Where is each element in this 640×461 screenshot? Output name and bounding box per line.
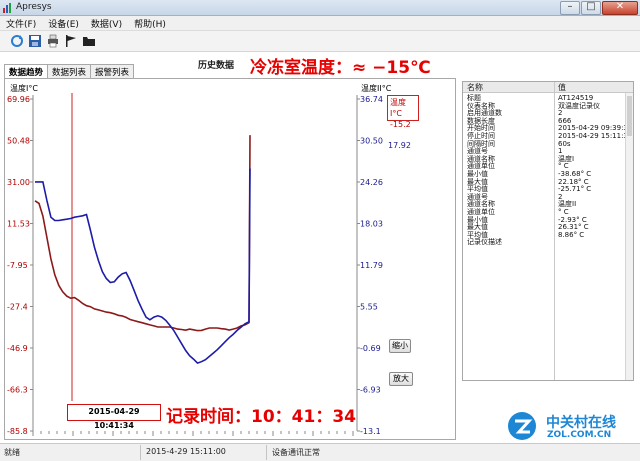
property-name: 记录仪描述 [467, 238, 502, 247]
close-icon: ✕ [615, 1, 625, 12]
annotation-record-time: 记录时间：10：41：34 [166, 407, 356, 427]
property-row[interactable]: 最大值 22.18° C [463, 178, 633, 187]
menu-bar: 文件(F) 设备(E) 数据(V) 帮助(H) [0, 16, 640, 31]
tab-data-list[interactable]: 数据列表 [47, 64, 92, 78]
y1-axis-label: 温度I°C [10, 84, 38, 93]
property-row[interactable]: 最小值 -2.93° C [463, 216, 633, 225]
menu-help[interactable]: 帮助(H) [134, 17, 166, 30]
scrollbar-thumb[interactable] [627, 96, 632, 136]
y1-tick-label: -66.3 [7, 386, 28, 395]
watermark-en: ZOL.COM.CN [547, 430, 612, 440]
flag-icon[interactable] [64, 34, 78, 48]
y1-tick-label: 31.00 [7, 178, 30, 187]
readout-label: 温度I°C [390, 98, 406, 118]
status-ready: 就绪 [4, 448, 20, 457]
y1-tick-label: -27.4 [7, 303, 28, 312]
toolbar [0, 31, 640, 52]
minimize-button[interactable]: – [560, 1, 580, 15]
property-row[interactable]: 间隔时间 60s [463, 140, 633, 149]
watermark-cn: 中关村在线 [546, 415, 616, 431]
property-value: 8.86° C [558, 230, 585, 239]
readout-value: -15.2 [390, 120, 411, 129]
property-row[interactable]: 平均值 -25.71° C [463, 186, 633, 194]
cursor-readout-box: 温度I°C -15.2 [387, 95, 419, 129]
maximize-button[interactable]: □ [581, 1, 601, 15]
property-row[interactable]: 通道单位 ° C [463, 163, 633, 171]
y2-tick-label: -13.1 [360, 427, 381, 436]
refresh-icon[interactable] [10, 34, 24, 48]
y2-tick-label: 36.74 [360, 95, 383, 104]
y2-tick-label: 5.55 [360, 303, 378, 312]
zoom-in-button[interactable]: 放大 [389, 372, 413, 386]
app-logo-icon [3, 3, 11, 13]
series-line-2 [35, 168, 251, 365]
properties-panel: 名称 值 标题 AT124519 仪表名称 双温度记录仪 启用通道数 2 数据长度 666 开始… [462, 81, 634, 381]
window-title: Apresys [16, 2, 52, 12]
y2-tick-label: 24.26 [360, 178, 383, 187]
y1-tick-label: -7.95 [7, 261, 28, 270]
close-button[interactable]: ✕ [602, 1, 638, 15]
annotation-freezer-temp: 冷冻室温度：≈ −15℃ [250, 58, 431, 78]
property-value: -25.71° C [558, 185, 592, 194]
status-divider [140, 445, 141, 460]
properties-scrollbar[interactable] [625, 93, 633, 380]
header-value: 值 [558, 83, 566, 92]
tab-data-trend[interactable]: 数据趋势 [4, 64, 49, 79]
trend-chart[interactable]: 69.96 36.74 50.48 30.50 31.00 24.26 11.53 18.03… [5, 79, 457, 441]
y1-tick-label: 69.96 [7, 95, 30, 104]
chart-panel: 69.96 36.74 50.48 30.50 31.00 24.26 11.53 18.03… [4, 78, 456, 440]
y2-tick-label: 30.50 [360, 137, 383, 146]
status-bar: 就绪 2015-4-29 15:11:00 设备通讯正常 [0, 443, 640, 461]
y2-tick-label: 11.79 [360, 261, 383, 270]
y2-tick-label: -0.69 [360, 344, 381, 353]
view-tabs: 数据趋势 数据列表 报警列表 [4, 64, 135, 79]
menu-file[interactable]: 文件(F) [6, 17, 36, 30]
y1-tick-label: -85.8 [7, 427, 28, 436]
header-name: 名称 [467, 83, 483, 92]
property-row[interactable]: 最小值 -38.68° C [463, 170, 633, 179]
minimize-icon: – [567, 1, 573, 12]
cursor-readout-channel2: 17.92 [388, 141, 411, 150]
property-row[interactable]: 最大值 26.31° C [463, 224, 633, 232]
chart-title: 历史数据 [198, 61, 235, 71]
status-datetime: 2015-4-29 15:11:00 [146, 447, 226, 456]
menu-device[interactable]: 设备(E) [48, 17, 79, 30]
properties-header: 名称 值 [463, 82, 633, 93]
status-divider [266, 445, 267, 460]
property-row[interactable]: 记录仪描述 [463, 239, 633, 247]
series-line-1 [34, 135, 251, 332]
folder-icon[interactable] [82, 34, 96, 48]
title-bar: Apresys – □ ✕ [0, 0, 640, 16]
cursor-time-box: 2015-04-29 10:41:34 [67, 404, 161, 430]
y1-tick-label: -46.9 [7, 344, 28, 353]
y2-tick-label: 18.03 [360, 220, 383, 229]
y2-axis-label: 温度II°C [361, 84, 392, 93]
tab-alarm-list[interactable]: 报警列表 [90, 64, 135, 78]
property-value: 双温度记录仪 [558, 101, 600, 110]
print-icon[interactable] [46, 34, 60, 48]
y2-tick-label: -6.93 [360, 386, 381, 395]
y1-tick-label: 11.53 [7, 220, 30, 229]
menu-data[interactable]: 数据(V) [91, 17, 122, 30]
maximize-icon: □ [586, 1, 596, 12]
y1-tick-label: 50.48 [7, 137, 30, 146]
save-icon[interactable] [28, 34, 42, 48]
property-row[interactable]: 通道单位 ° C [463, 208, 633, 217]
zoom-out-button[interactable]: 缩小 [389, 339, 411, 353]
status-comm: 设备通讯正常 [272, 448, 320, 457]
